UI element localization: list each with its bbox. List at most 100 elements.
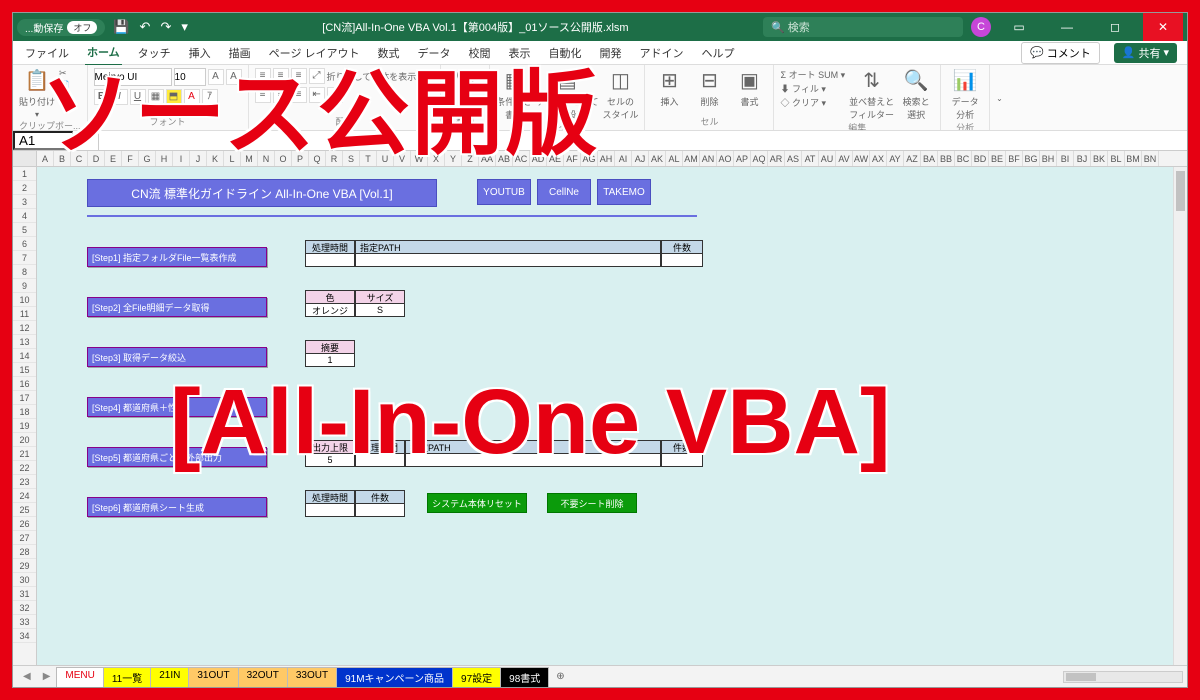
minimize-icon[interactable]: — — [1047, 20, 1087, 34]
cell-grid[interactable]: CN流 標準化ガイドライン All-In-One VBA [Vol.1] YOU… — [37, 167, 1187, 665]
column-header[interactable]: G — [139, 151, 156, 166]
column-header[interactable]: AM — [683, 151, 700, 166]
find-select-button[interactable]: 🔍検索と 選択 — [898, 68, 934, 121]
row-header[interactable]: 5 — [13, 223, 36, 237]
sheet-tab[interactable]: 98書式 — [500, 667, 549, 687]
row-header[interactable]: 25 — [13, 503, 36, 517]
sheet-tab[interactable]: 97設定 — [452, 667, 501, 687]
column-header[interactable]: D — [88, 151, 105, 166]
column-header[interactable]: Z — [462, 151, 479, 166]
column-header[interactable]: AO — [717, 151, 734, 166]
tab-help[interactable]: ヘルプ — [700, 41, 737, 65]
autosum-button[interactable]: Σ オート SUM ▾ — [780, 68, 845, 81]
insert-cells-button[interactable]: ⊞挿入 — [651, 68, 687, 108]
sheet-tab[interactable]: 33OUT — [287, 667, 337, 687]
row-header[interactable]: 18 — [13, 405, 36, 419]
step3-button[interactable]: [Step3] 取得データ絞込 — [87, 347, 267, 367]
column-header[interactable]: T — [360, 151, 377, 166]
new-sheet-button[interactable]: ⊕ — [548, 671, 572, 682]
tab-review[interactable]: 校閲 — [467, 41, 493, 65]
column-header[interactable]: AD — [530, 151, 547, 166]
column-header[interactable]: BH — [1040, 151, 1057, 166]
column-header[interactable]: BF — [1006, 151, 1023, 166]
tab-view[interactable]: 表示 — [507, 41, 533, 65]
column-header[interactable]: AG — [581, 151, 598, 166]
column-header[interactable]: AI — [615, 151, 632, 166]
column-header[interactable]: AE — [547, 151, 564, 166]
column-header[interactable]: AX — [870, 151, 887, 166]
row-header[interactable]: 19 — [13, 419, 36, 433]
tab-touch[interactable]: タッチ — [136, 41, 173, 65]
vertical-scrollbar[interactable] — [1173, 167, 1187, 665]
column-header[interactable]: O — [275, 151, 292, 166]
column-header[interactable]: X — [428, 151, 445, 166]
align-right-icon[interactable]: ≡ — [291, 87, 307, 103]
tab-formula[interactable]: 数式 — [376, 41, 402, 65]
name-box[interactable] — [13, 131, 73, 150]
column-header[interactable]: BG — [1023, 151, 1040, 166]
column-header[interactable]: C — [71, 151, 88, 166]
sheet-tab[interactable]: 31OUT — [188, 667, 238, 687]
copy-icon[interactable]: 📄 — [59, 80, 70, 91]
column-header[interactable]: L — [224, 151, 241, 166]
qat-dropdown-icon[interactable]: ▾ — [181, 19, 188, 35]
sort-filter-button[interactable]: ⇅並べ替えと フィルター — [849, 68, 894, 121]
undo-icon[interactable]: ↶ — [140, 19, 151, 35]
column-header[interactable]: AL — [666, 151, 683, 166]
align-middle-icon[interactable]: ≡ — [273, 68, 289, 84]
row-header[interactable]: 14 — [13, 349, 36, 363]
row-header[interactable]: 21 — [13, 447, 36, 461]
column-header[interactable]: Q — [309, 151, 326, 166]
share-button[interactable]: 👤 共有 ▾ — [1114, 43, 1177, 63]
sheet-tab[interactable]: 11一覧 — [103, 667, 151, 687]
align-left-icon[interactable]: ≡ — [255, 87, 271, 103]
step6-button[interactable]: [Step6] 都道府県シート生成 — [87, 497, 267, 517]
column-header[interactable]: AT — [802, 151, 819, 166]
column-header[interactable]: U — [377, 151, 394, 166]
wrap-text-button[interactable]: 折り返して全体を表示する — [327, 70, 435, 83]
indent-decrease-icon[interactable]: ⇤ — [309, 87, 325, 103]
step5-button[interactable]: [Step5] 都道府県ごとに外部出力 — [87, 447, 267, 467]
align-center-icon[interactable]: ≡ — [273, 87, 289, 103]
underline-icon[interactable]: U — [130, 89, 146, 105]
fx-icon[interactable]: fx — [73, 131, 99, 150]
user-avatar[interactable]: C — [971, 17, 991, 37]
format-cells-button[interactable]: ▣書式 — [731, 68, 767, 108]
phonetic-icon[interactable]: ｱ — [202, 89, 218, 105]
row-header[interactable]: 34 — [13, 629, 36, 643]
border-icon[interactable]: ▦ — [148, 89, 164, 105]
tab-insert[interactable]: 挿入 — [187, 41, 213, 65]
row-header[interactable]: 12 — [13, 321, 36, 335]
increase-font-icon[interactable]: A — [208, 69, 224, 85]
column-header[interactable]: AB — [496, 151, 513, 166]
row-header[interactable]: 8 — [13, 265, 36, 279]
tab-nav-next-icon[interactable]: ▶ — [37, 671, 57, 682]
save-icon[interactable]: 💾 — [113, 19, 129, 35]
column-header[interactable]: F — [122, 151, 139, 166]
decrease-font-icon[interactable]: A — [226, 69, 242, 85]
column-header[interactable]: B — [54, 151, 71, 166]
number-format-icon[interactable]: % — [456, 68, 474, 91]
column-header[interactable]: J — [190, 151, 207, 166]
bold-icon[interactable]: B — [94, 89, 110, 105]
font-family-select[interactable] — [94, 68, 172, 86]
column-header[interactable]: AY — [887, 151, 904, 166]
row-header[interactable]: 15 — [13, 363, 36, 377]
ribbon-options-icon[interactable]: ▭ — [999, 20, 1039, 34]
italic-icon[interactable]: I — [112, 89, 128, 105]
column-header[interactable]: BK — [1091, 151, 1108, 166]
step4-button[interactable]: [Step4] 都道府県＋性別 — [87, 397, 267, 417]
column-header[interactable]: BC — [955, 151, 972, 166]
row-header[interactable]: 30 — [13, 573, 36, 587]
column-header[interactable]: AU — [819, 151, 836, 166]
column-header[interactable]: AA — [479, 151, 496, 166]
column-header[interactable]: N — [258, 151, 275, 166]
comments-button[interactable]: 💬 コメント — [1021, 42, 1100, 64]
font-color-icon[interactable]: A — [184, 89, 200, 105]
row-header[interactable]: 10 — [13, 293, 36, 307]
column-header[interactable]: AS — [785, 151, 802, 166]
column-header[interactable]: Y — [445, 151, 462, 166]
row-header[interactable]: 11 — [13, 307, 36, 321]
column-header[interactable]: AK — [649, 151, 666, 166]
column-header[interactable]: M — [241, 151, 258, 166]
